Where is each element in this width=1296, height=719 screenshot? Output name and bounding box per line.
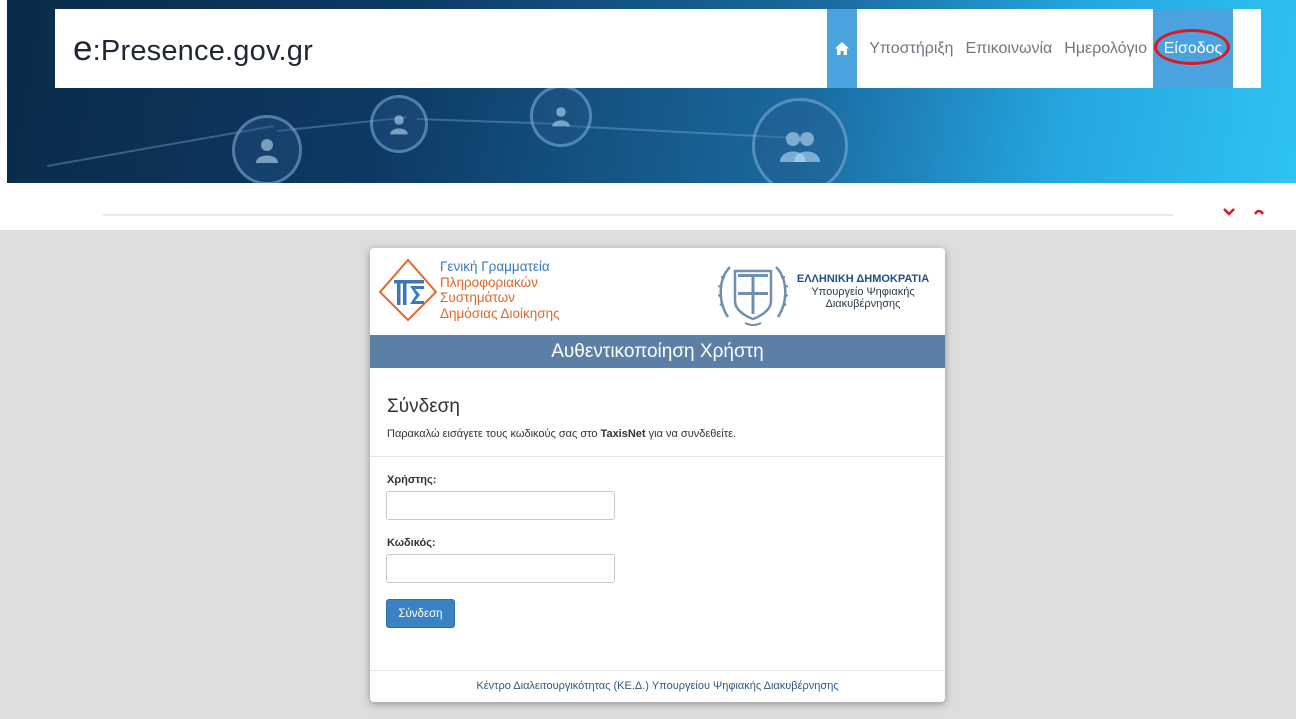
username-label: Χρήστης: xyxy=(387,474,437,486)
person-icon xyxy=(390,115,408,135)
nav-login-button[interactable]: Είσοδος xyxy=(1153,9,1233,88)
greek-emblem-icon xyxy=(718,266,788,326)
gov-org-name: ΕΛΛΗΝΙΚΗ ΔΗΜΟΚΡΑΤΙΑ Υπουργείο Ψηφιακής Δ… xyxy=(788,273,938,311)
password-input[interactable] xyxy=(386,554,615,583)
logo-text: :Presence.gov.gr xyxy=(92,35,313,67)
gsis-line: Γενική Γραμματεία xyxy=(440,259,550,274)
login-card: Γενική Γραμματεία Πληροφοριακών Συστημάτ… xyxy=(370,248,945,702)
network-node xyxy=(752,98,848,183)
nav-calendar[interactable]: Ημερολόγιο xyxy=(1058,40,1153,58)
divider xyxy=(370,670,945,671)
divider xyxy=(370,456,945,457)
people-icon xyxy=(780,132,820,162)
username-input[interactable] xyxy=(386,491,615,520)
logo-prefix: e xyxy=(73,29,93,68)
card-title: Αυθεντικοποίηση Χρήστη xyxy=(551,340,764,362)
person-icon xyxy=(256,139,278,163)
nav-contact[interactable]: Επικοινωνία xyxy=(959,40,1058,58)
instructions-text-end: για να συνδεθείτε. xyxy=(645,428,737,440)
gsis-logo-icon xyxy=(378,258,438,322)
gov-line: Διακυβέρνησης xyxy=(825,298,901,310)
gsis-line: Συστημάτων xyxy=(440,290,515,305)
network-node xyxy=(530,85,592,147)
annotation-circle xyxy=(1154,29,1230,65)
instructions-bold: TaxisNet xyxy=(600,428,646,440)
network-node xyxy=(232,115,302,183)
network-node xyxy=(370,95,428,153)
red-mark-icon xyxy=(1223,208,1265,216)
gsis-org-name: Γενική Γραμματεία Πληροφοριακών Συστημάτ… xyxy=(440,259,560,321)
main-nav: Υποστήριξη Επικοινωνία Ημερολόγιο Είσοδο… xyxy=(827,9,1233,88)
password-label: Κωδικός: xyxy=(387,537,436,549)
site-logo[interactable]: e:Presence.gov.gr xyxy=(73,29,313,69)
nav-support[interactable]: Υποστήριξη xyxy=(857,40,959,58)
person-icon xyxy=(552,107,570,127)
nav-home-button[interactable] xyxy=(827,9,858,88)
header-banner: e:Presence.gov.gr Υποστήριξη Επικοινωνία… xyxy=(7,0,1296,183)
top-navbar: e:Presence.gov.gr Υποστήριξη Επικοινωνία… xyxy=(55,9,1261,88)
gov-line: ΕΛΛΗΝΙΚΗ ΔΗΜΟΚΡΑΤΙΑ xyxy=(796,273,930,285)
gov-line: Υπουργείο Ψηφιακής xyxy=(811,285,915,298)
card-footer: Κέντρο Διαλειτουργικότητας (ΚΕ.Δ.) Υπουρ… xyxy=(476,680,839,692)
card-title-bar: Αυθεντικοποίηση Χρήστη xyxy=(370,335,945,368)
login-heading: Σύνδεση xyxy=(387,396,460,417)
instructions-text: Παρακαλώ εισάγετε τους κωδικούς σας στο xyxy=(387,428,601,440)
gsis-line: Πληροφοριακών xyxy=(440,274,538,290)
login-submit-button[interactable]: Σύνδεση xyxy=(386,599,455,628)
login-instructions: Παρακαλώ εισάγετε τους κωδικούς σας στο … xyxy=(387,428,736,440)
gsis-line: Δημόσιας Διοίκησης xyxy=(440,305,560,321)
home-icon xyxy=(835,42,850,55)
separator-line xyxy=(103,214,1173,216)
